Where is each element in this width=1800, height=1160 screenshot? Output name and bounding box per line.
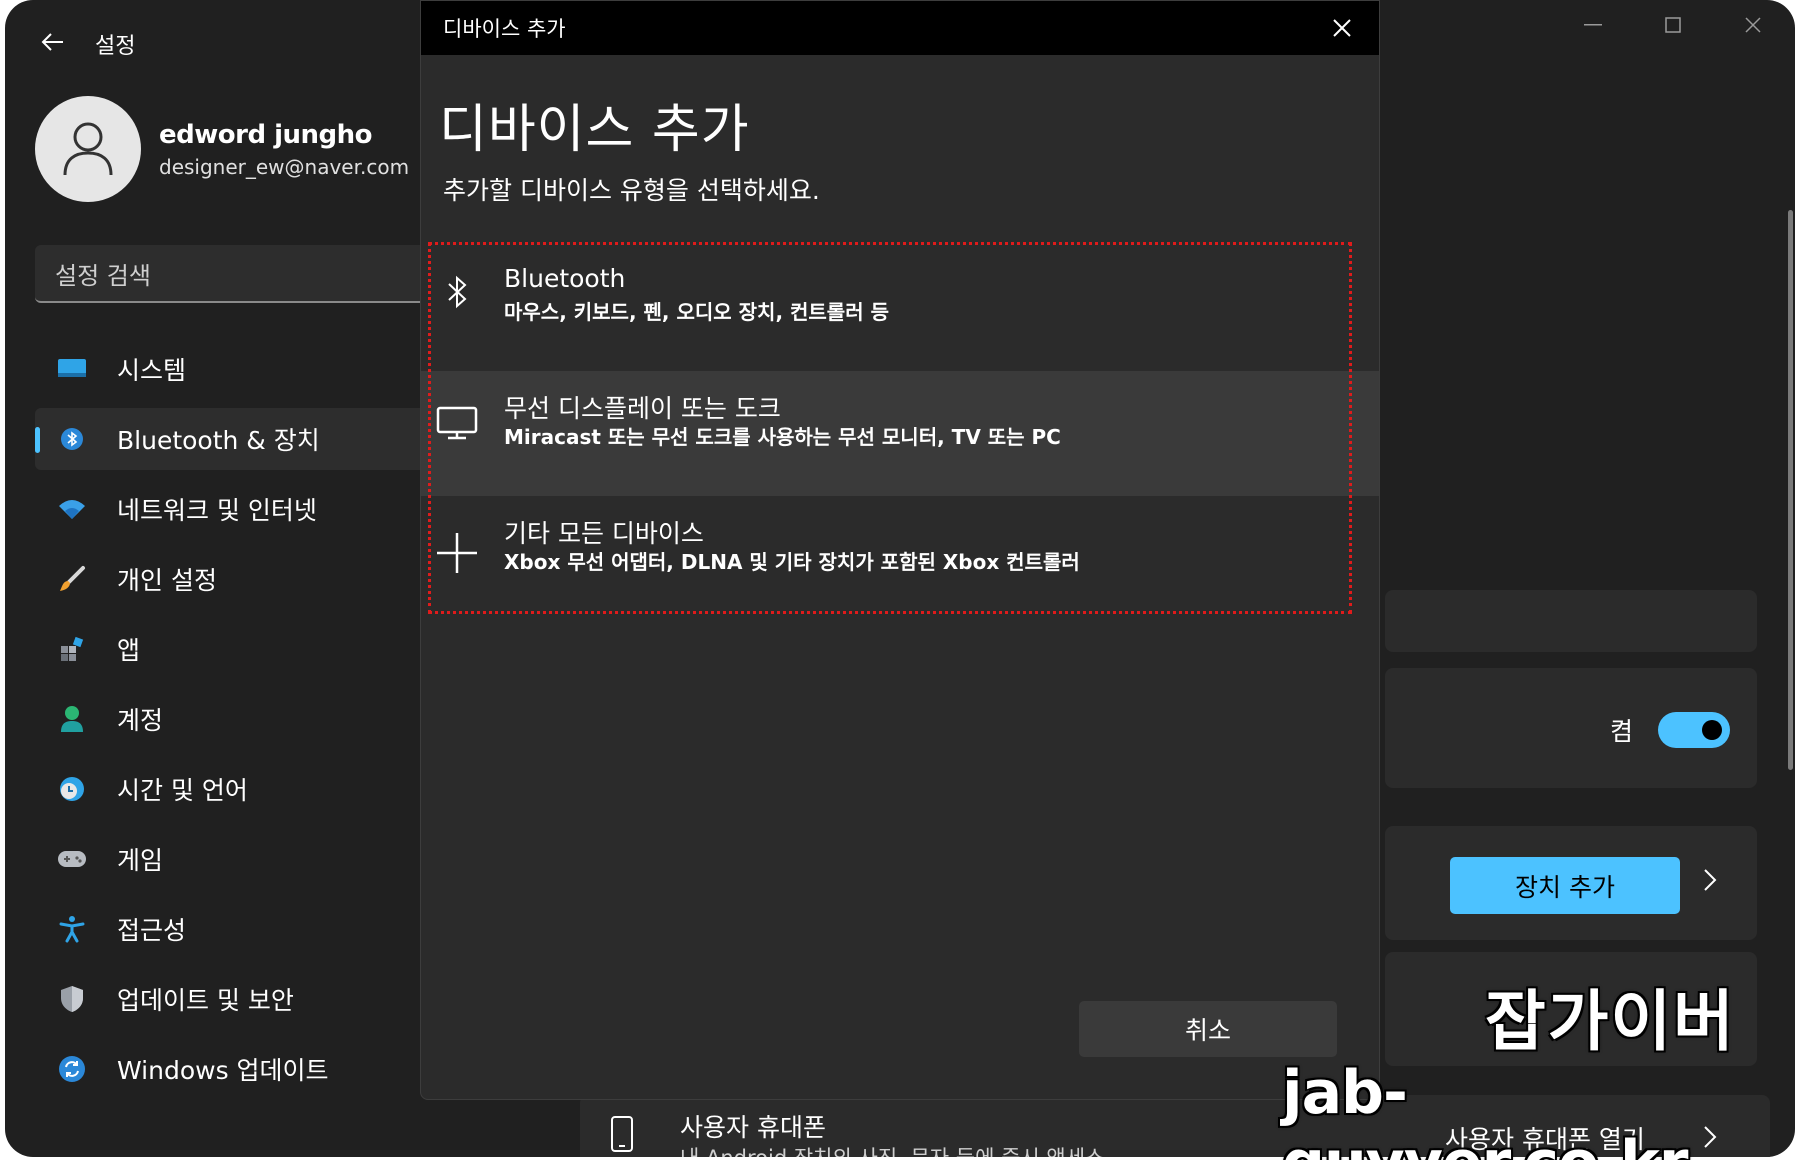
add-device-dialog: 디바이스 추가 디바이스 추가 추가할 디바이스 유형을 선택하세요. Blue… [420,0,1380,1100]
wifi-icon [57,494,87,524]
phone-link-title: 사용자 휴대폰 [680,1113,826,1142]
sidebar-item-label: 시간 및 언어 [117,776,248,805]
option-description: Miracast 또는 무선 도크를 사용하는 무선 모니터, TV 또는 PC [504,425,1061,449]
sidebar-item-label: Bluetooth & 장치 [117,426,320,455]
option-wireless-display[interactable]: 무선 디스플레이 또는 도크 Miracast 또는 무선 도크를 사용하는 무… [421,371,1379,496]
bluetooth-icon [57,424,87,454]
gamepad-icon [57,844,87,874]
sidebar-item-accessibility[interactable]: 접근성 [35,898,435,960]
cancel-button[interactable]: 취소 [1079,1001,1337,1057]
app-title: 설정 [95,34,136,59]
search-input[interactable]: 설정 검색 [35,245,435,303]
shield-icon [57,984,87,1014]
watermark-url: jab-guyver.co.kr [1281,1057,1689,1160]
option-other-devices[interactable]: 기타 모든 디바이스 Xbox 무선 어댑터, DLNA 및 기타 장치가 포함… [421,496,1379,621]
sidebar-item-label: 게임 [117,846,164,875]
window-controls [1571,10,1775,40]
option-title: 무선 디스플레이 또는 도크 [504,394,781,423]
search-placeholder: 설정 검색 [55,261,151,290]
back-arrow-icon[interactable] [33,22,73,62]
option-title: Bluetooth [504,264,626,293]
close-icon[interactable] [1327,13,1357,43]
avatar[interactable] [35,96,141,202]
user-icon [63,122,113,176]
apps-icon [57,634,87,664]
sidebar-item-gaming[interactable]: 게임 [35,828,435,890]
sidebar-item-label: 업데이트 및 보안 [117,986,294,1015]
bluetooth-toggle[interactable] [1658,712,1730,748]
background-card [1385,590,1757,652]
sidebar-item-windows-update[interactable]: Windows 업데이트 [35,1038,435,1100]
phone-icon [610,1115,634,1157]
sidebar-item-update-security[interactable]: 업데이트 및 보안 [35,968,435,1030]
refresh-icon [57,1054,87,1084]
sidebar-item-accounts[interactable]: 계정 [35,688,435,750]
maximize-icon[interactable] [1651,10,1695,40]
device-type-options: Bluetooth 마우스, 키보드, 펜, 오디오 장치, 컨트롤러 등 무선… [421,246,1379,621]
sidebar-item-label: 접근성 [117,916,187,945]
sidebar-item-network[interactable]: 네트워크 및 인터넷 [35,478,435,540]
sidebar-item-time-language[interactable]: 시간 및 언어 [35,758,435,820]
dialog-prompt: 추가할 디바이스 유형을 선택하세요. [443,176,820,205]
sidebar-item-bluetooth[interactable]: Bluetooth & 장치 [35,408,435,470]
sidebar-item-system[interactable]: 시스템 [35,338,435,400]
add-device-button[interactable]: 장치 추가 [1450,857,1680,914]
option-title: 기타 모든 디바이스 [504,519,704,548]
toggle-state-label: 켬 [1610,717,1634,746]
watermark-title: 잡가이버 [1484,982,1736,1061]
account-icon [57,704,87,734]
sidebar-item-label: 앱 [117,636,141,665]
sidebar-item-apps[interactable]: 앱 [35,618,435,680]
sidebar-nav: 시스템 Bluetooth & 장치 네트워크 및 인터넷 개인 설정 앱 계정… [35,338,435,1108]
system-icon [57,354,87,384]
minimize-icon[interactable] [1571,10,1615,40]
phone-link-subtitle: 내 Android 장치의 사진, 문자 등에 즉시 액세스 [680,1142,1104,1157]
sidebar-item-label: 네트워크 및 인터넷 [117,496,317,525]
monitor-icon [435,401,479,445]
sidebar-item-label: Windows 업데이트 [117,1056,329,1085]
brush-icon [57,564,87,594]
dialog-titlebar: 디바이스 추가 [421,1,1379,55]
sidebar-item-label: 시스템 [117,356,187,385]
clock-globe-icon [57,774,87,804]
option-bluetooth[interactable]: Bluetooth 마우스, 키보드, 펜, 오디오 장치, 컨트롤러 등 [421,246,1379,371]
option-description: 마우스, 키보드, 펜, 오디오 장치, 컨트롤러 등 [504,300,889,324]
user-name: edword jungho [159,120,373,150]
chevron-right-icon[interactable] [1703,865,1717,900]
dialog-titlebar-text: 디바이스 추가 [443,17,566,41]
window-close-icon[interactable] [1731,10,1775,40]
sidebar-item-label: 계정 [117,706,164,735]
bluetooth-icon [435,270,479,314]
option-description: Xbox 무선 어댑터, DLNA 및 기타 장치가 포함된 Xbox 컨트롤러 [504,550,1080,574]
sidebar-item-personalization[interactable]: 개인 설정 [35,548,435,610]
scrollbar[interactable] [1788,210,1793,770]
plus-icon [435,531,479,575]
user-email: designer_ew@naver.com [159,155,410,179]
accessibility-icon [57,914,87,944]
sidebar-item-label: 개인 설정 [117,566,217,595]
dialog-heading: 디바이스 추가 [439,100,750,160]
